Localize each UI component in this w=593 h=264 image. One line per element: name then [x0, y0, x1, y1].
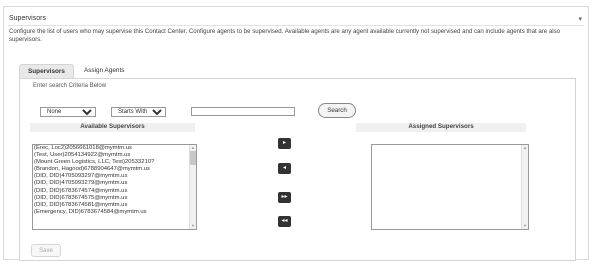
add-supervisor-button[interactable]: ▸ — [278, 138, 291, 149]
save-button[interactable]: Save — [31, 244, 61, 257]
list-item[interactable]: (DID, DID)6783674574@mymtm.us — [33, 188, 196, 195]
add-all-supervisors-button[interactable]: ▸▸ — [278, 192, 291, 203]
match-type-select[interactable]: Starts With — [111, 107, 166, 117]
assigned-supervisors-header: Assigned Supervisors — [356, 123, 526, 132]
supervisors-panel: Supervisors ▾ Configure the list of user… — [3, 6, 589, 261]
search-field-select[interactable]: None — [40, 107, 96, 117]
list-item[interactable]: (Mount Green Logistics, LLC, Test)205332… — [33, 159, 196, 166]
list-item[interactable]: (Emergency, DID)6783674584@mymtm.us — [33, 209, 196, 216]
scrollbar-thumb[interactable] — [190, 151, 196, 165]
search-criteria-label: Enter search Criteria Below — [33, 83, 107, 89]
tab-assign-agents[interactable]: Assign Agents — [76, 64, 133, 77]
divider — [8, 25, 584, 26]
list-item[interactable]: (Test, User)2054134922@mymtm.us — [33, 152, 196, 159]
list-item[interactable]: (DID, DID)6783674575@mymtm.us — [33, 195, 196, 202]
list-item[interactable]: (DID, DID)4705093297@mymtm.us — [33, 173, 196, 180]
list-item[interactable]: (Erec, Loc2)2056661018@mymtm.us — [33, 145, 196, 152]
available-supervisors-list[interactable]: (Erec, Loc2)2056661018@mymtm.us (Test, U… — [32, 144, 197, 230]
available-supervisors-header: Available Supervisors — [30, 123, 195, 132]
assigned-list-scrollbar[interactable]: ▲ ▼ — [521, 145, 528, 229]
tab-supervisors[interactable]: Supervisors — [19, 64, 74, 78]
list-item[interactable]: (DID, DID)6783674581@mymtm.us — [33, 202, 196, 209]
remove-supervisor-button[interactable]: ◂ — [278, 163, 291, 174]
remove-all-supervisors-button[interactable]: ◂◂ — [278, 216, 291, 227]
scroll-up-icon[interactable]: ▲ — [522, 145, 528, 151]
search-input[interactable] — [191, 107, 295, 116]
scroll-down-icon[interactable]: ▼ — [190, 223, 196, 229]
available-list-scrollbar[interactable]: ▲ ▼ — [189, 145, 196, 229]
assigned-supervisors-list[interactable]: ▲ ▼ — [371, 144, 529, 230]
tab-bar: Supervisors Assign Agents — [19, 64, 133, 78]
search-button[interactable]: Search — [318, 103, 356, 118]
list-item[interactable]: (DID, DID)4705093279@mymtm.us — [33, 180, 196, 187]
tab-content: Enter search Criteria Below None Starts … — [19, 78, 576, 261]
collapse-icon[interactable]: ▾ — [578, 15, 582, 23]
panel-title: Supervisors — [9, 15, 46, 22]
scroll-down-icon[interactable]: ▼ — [522, 223, 528, 229]
list-item[interactable]: (Brandon, Hagood)6788904647@mymtm.us — [33, 166, 196, 173]
panel-description: Configure the list of users who may supe… — [9, 28, 561, 43]
